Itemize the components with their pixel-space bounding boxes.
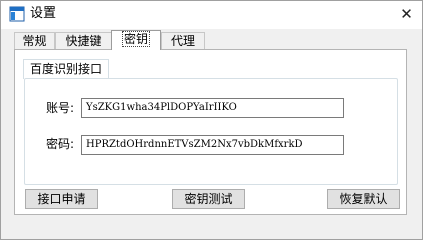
settings-window: 设置 ✕ 常规 快捷键 密钥 代理 百度识别接口 账号: YsZKG1wha34… <box>0 0 423 240</box>
window-title: 设置 <box>30 6 57 21</box>
secret-input[interactable]: HPRZtdOHrdnnETVsZM2Nx7vbDkMfxrkD <box>81 135 344 155</box>
baidu-ocr-group <box>24 78 398 185</box>
apply-interface-button[interactable]: 接口申请 <box>25 189 98 209</box>
close-button[interactable]: ✕ <box>391 1 422 28</box>
close-icon: ✕ <box>400 5 413 23</box>
secret-label: 密码: <box>46 137 75 151</box>
group-label-baidu-ocr: 百度识别接口 <box>23 59 110 79</box>
restore-default-button[interactable]: 恢复默认 <box>327 189 400 209</box>
tab-proxy-label: 代理 <box>170 34 195 48</box>
app-window-icon <box>9 6 25 22</box>
tab-general[interactable]: 常规 <box>14 32 55 49</box>
title-bar[interactable]: 设置 ✕ <box>1 1 422 29</box>
tab-general-label: 常规 <box>22 34 47 48</box>
tab-keys-label: 密钥 <box>121 31 150 47</box>
account-label: 账号: <box>46 101 75 115</box>
test-key-button[interactable]: 密钥测试 <box>172 189 245 209</box>
tab-keys[interactable]: 密钥 <box>111 30 161 50</box>
account-input[interactable]: YsZKG1wha34PlDOPYaIrIIKO <box>81 98 344 118</box>
tab-shortcuts[interactable]: 快捷键 <box>55 32 112 49</box>
tab-proxy[interactable]: 代理 <box>161 32 205 49</box>
tab-panel-keys: 百度识别接口 账号: YsZKG1wha34PlDOPYaIrIIKO 密码: … <box>14 49 407 215</box>
tab-shortcuts-label: 快捷键 <box>65 34 102 48</box>
